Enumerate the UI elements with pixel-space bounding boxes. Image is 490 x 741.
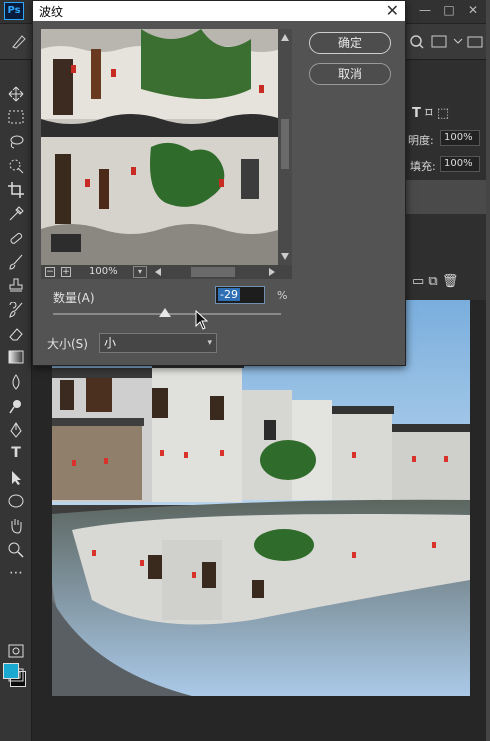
zoom-tool-icon[interactable] (3, 538, 29, 560)
more-tools-icon[interactable]: ⋯ (3, 562, 29, 584)
mouse-cursor-icon (195, 310, 209, 330)
dodge-tool-icon[interactable] (3, 394, 29, 416)
blur-tool-icon[interactable] (3, 370, 29, 392)
path-select-tool-icon[interactable] (3, 466, 29, 488)
lasso-tool-icon[interactable] (3, 130, 29, 152)
eyedropper-tool-icon[interactable] (3, 202, 29, 224)
chevron-down-icon: ▾ (207, 338, 212, 348)
panel-scrollbar[interactable] (486, 0, 490, 741)
options-bar-icons[interactable] (410, 34, 486, 50)
close-icon[interactable]: ✕ (386, 1, 399, 21)
amount-slider-thumb[interactable] (158, 308, 171, 317)
move-tool-icon[interactable] (3, 82, 29, 104)
fill-label: 填充: (410, 160, 436, 173)
amount-value: -29 (218, 288, 240, 301)
window-close-button[interactable]: ✕ (462, 0, 484, 22)
eraser-tool-icon[interactable] (3, 322, 29, 344)
amount-unit: % (277, 289, 288, 302)
scroll-left-icon[interactable] (153, 267, 163, 277)
size-label: 大小(S) (47, 337, 88, 351)
dialog-titlebar[interactable]: 波纹 ✕ (33, 1, 405, 21)
size-select[interactable]: 小 ▾ (99, 333, 217, 353)
size-value: 小 (104, 336, 117, 350)
brush-tool-icon[interactable] (3, 250, 29, 272)
type-tool-icon[interactable]: T (3, 442, 29, 464)
ok-button[interactable]: 确定 (309, 32, 391, 54)
crop-tool-icon[interactable] (3, 178, 29, 200)
zoom-in-button[interactable]: + (61, 267, 71, 277)
preview-vertical-scrollbar[interactable] (278, 29, 292, 265)
zoom-level: 100% (89, 266, 118, 277)
dialog-title: 波纹 (39, 5, 64, 19)
stamp-tool-icon[interactable] (3, 274, 29, 296)
opacity-field[interactable]: 100% (440, 130, 480, 146)
hand-tool-icon[interactable] (3, 514, 29, 536)
quick-select-tool-icon[interactable] (3, 154, 29, 176)
marquee-tool-icon[interactable] (3, 106, 29, 128)
cancel-button[interactable]: 取消 (309, 63, 391, 85)
filter-preview[interactable] (41, 29, 278, 265)
opacity-label: 明度: (408, 134, 434, 147)
foreground-color-swatch[interactable] (3, 663, 19, 679)
preview-zoom-bar: − + 100% ▾ (41, 265, 292, 279)
restore-button[interactable]: □ (438, 0, 460, 22)
quick-mask-icon[interactable] (3, 640, 29, 662)
pen-options-icon (12, 35, 26, 49)
minimize-button[interactable]: — (414, 0, 436, 22)
panel-icons[interactable]: T ⌑ ⬚ (412, 106, 449, 121)
tools-panel: T ⋯ (0, 60, 32, 741)
layer-row-selected[interactable] (406, 180, 490, 214)
history-brush-icon[interactable] (3, 298, 29, 320)
scroll-right-icon[interactable] (267, 267, 277, 277)
chevron-down-icon[interactable]: ▾ (133, 266, 147, 278)
zoom-out-button[interactable]: − (45, 267, 55, 277)
pen-tool-icon[interactable] (3, 418, 29, 440)
healing-tool-icon[interactable] (3, 226, 29, 248)
amount-label: 数量(A) (53, 291, 95, 305)
gradient-tool-icon[interactable] (3, 346, 29, 368)
layer-footer-icons[interactable]: ▭ ⧉ 🗑 (412, 274, 458, 289)
fill-field[interactable]: 100% (440, 156, 480, 172)
preview-horizontal-thumb[interactable] (191, 267, 235, 277)
photoshop-logo: Ps (4, 2, 24, 20)
ellipse-tool-icon[interactable] (3, 490, 29, 512)
amount-input[interactable]: -29 (215, 286, 265, 304)
ripple-dialog: 波纹 ✕ − + 100% ▾ 确定 取消 数量(A) -29 % 大小(S) … (32, 0, 406, 366)
layers-panel: T ⌑ ⬚ 明度: 100% 填充: 100% ▭ ⧉ 🗑 (406, 60, 490, 300)
